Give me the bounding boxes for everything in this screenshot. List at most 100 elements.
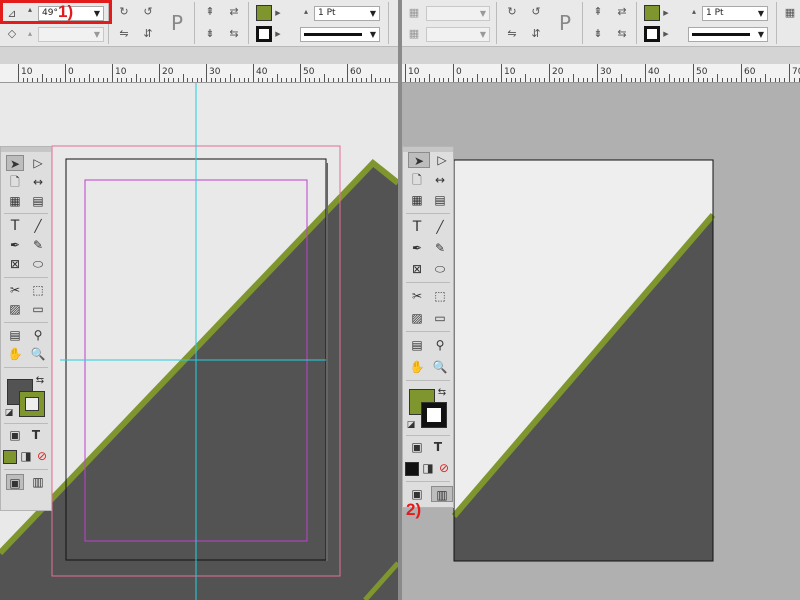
hand-tool-icon[interactable]: ✋ — [6, 346, 24, 362]
fill-swatch[interactable] — [256, 5, 272, 21]
swap-colors-icon[interactable]: ⇆ — [33, 373, 47, 389]
stroke-color-proxy[interactable] — [19, 391, 45, 417]
tools-panel-grip[interactable] — [1, 147, 51, 152]
stroke-type-select[interactable]: ▼ — [688, 27, 768, 42]
chevron-right-icon[interactable]: ▶ — [662, 6, 670, 20]
select-content-icon[interactable]: ⇄ — [614, 5, 630, 19]
pen-tool-icon[interactable]: ✒ — [408, 240, 426, 256]
chevron-down-icon[interactable]: ▼ — [758, 28, 764, 41]
line-tool-icon[interactable]: ╱ — [29, 218, 47, 234]
stroke-weight-stepper[interactable]: ▴ — [298, 5, 314, 19]
dark-triangle-shape[interactable] — [0, 161, 398, 600]
select-container-icon[interactable]: ⇞ — [590, 5, 606, 19]
gradient-feather-tool-icon[interactable]: ▭ — [29, 301, 47, 317]
select-next-icon[interactable]: ⇆ — [226, 27, 242, 41]
apply-color-icon[interactable] — [405, 460, 419, 476]
rectangle-frame-tool-icon[interactable]: ⊠ — [6, 256, 24, 272]
formatting-container-icon[interactable]: ▣ — [6, 427, 24, 443]
rectangle-frame-tool-icon[interactable]: ⊠ — [408, 261, 426, 277]
content-placer-icon[interactable]: ▤ — [431, 192, 449, 208]
rotate-cw-icon[interactable]: ↻ — [116, 5, 132, 19]
flip-vertical-icon[interactable]: ⇵ — [528, 27, 544, 41]
chevron-right-icon[interactable]: ▶ — [274, 6, 282, 20]
pencil-tool-icon[interactable]: ✎ — [431, 240, 449, 256]
stroke-weight-stepper[interactable]: ▴ — [686, 5, 702, 19]
page-tool-icon[interactable]: 🗋 — [6, 174, 24, 190]
stroke-weight-field[interactable]: 1 Pt ▼ — [702, 6, 768, 21]
pasteboard[interactable]: ➤ ▷ 🗋 ↔ ▦ ▤ T ╱ ✒ ✎ ⊠ ⬭ ✂ ⬚ ▨ ▭ ▤ ⚲ ✋ 🔍 — [0, 83, 398, 600]
apply-gradient-icon[interactable]: ◨ — [19, 448, 33, 464]
fill-swatch[interactable] — [644, 5, 660, 21]
content-placer-icon[interactable]: ▤ — [29, 193, 47, 209]
default-colors-icon[interactable]: ◪ — [405, 417, 417, 433]
stroke-swatch[interactable] — [256, 26, 272, 42]
stroke-color-proxy[interactable] — [421, 402, 447, 428]
normal-view-icon[interactable]: ▣ — [6, 474, 24, 490]
line-tool-icon[interactable]: ╱ — [431, 219, 449, 235]
direct-selection-tool-icon[interactable]: ▷ — [433, 152, 451, 168]
stroke-weight-field[interactable]: 1 Pt ▼ — [314, 6, 380, 21]
preview-view-icon[interactable]: ▥ — [29, 474, 47, 490]
note-tool-icon[interactable]: ▤ — [6, 327, 24, 343]
eyedropper-tool-icon[interactable]: ⚲ — [431, 337, 449, 353]
stroke-type-select[interactable]: ▼ — [300, 27, 380, 42]
gradient-swatch-tool-icon[interactable]: ▨ — [408, 310, 426, 326]
zoom-tool-icon[interactable]: 🔍 — [29, 346, 47, 362]
free-transform-tool-icon[interactable]: ⬚ — [431, 288, 449, 304]
select-previous-icon[interactable]: ⇟ — [202, 27, 218, 41]
rotate-ccw-icon[interactable]: ↺ — [528, 5, 544, 19]
hand-tool-icon[interactable]: ✋ — [408, 359, 426, 375]
content-collector-icon[interactable]: ▦ — [408, 192, 426, 208]
select-content-icon[interactable]: ⇄ — [226, 5, 242, 19]
flip-horizontal-icon[interactable]: ⇋ — [504, 27, 520, 41]
formatting-text-icon[interactable]: T — [429, 439, 447, 455]
apply-none-icon[interactable]: ⊘ — [437, 460, 451, 476]
preview-view-icon[interactable]: ▥ — [431, 486, 453, 502]
chevron-right-icon[interactable]: ▶ — [274, 27, 282, 41]
zoom-tool-icon[interactable]: 🔍 — [431, 359, 449, 375]
select-next-icon[interactable]: ⇆ — [614, 27, 630, 41]
ellipse-tool-icon[interactable]: ⬭ — [29, 256, 47, 272]
horizontal-ruler[interactable]: 10 0 10 20 30 40 50 60 — [0, 64, 398, 83]
selection-tool-icon[interactable]: ➤ — [6, 155, 24, 171]
select-container-icon[interactable]: ⇞ — [202, 5, 218, 19]
chevron-down-icon[interactable]: ▼ — [758, 7, 764, 20]
more-options-icon[interactable]: ▦ — [782, 6, 798, 20]
select-previous-icon[interactable]: ⇟ — [590, 27, 606, 41]
formatting-container-icon[interactable]: ▣ — [408, 439, 426, 455]
direct-selection-tool-icon[interactable]: ▷ — [29, 155, 47, 171]
gradient-swatch-tool-icon[interactable]: ▨ — [6, 301, 24, 317]
apply-none-icon[interactable]: ⊘ — [35, 448, 49, 464]
rotate-ccw-icon[interactable]: ↺ — [140, 5, 156, 19]
apply-color-icon[interactable] — [3, 448, 17, 464]
rotate-cw-icon[interactable]: ↻ — [504, 5, 520, 19]
horizontal-ruler[interactable]: 10 0 10 20 30 40 50 60 70 — [402, 64, 800, 83]
gap-tool-icon[interactable]: ↔ — [431, 172, 449, 188]
pasteboard-preview[interactable]: ➤ ▷ 🗋 ↔ ▦ ▤ T ╱ ✒ ✎ ⊠ ⬭ ✂ ⬚ ▨ ▭ ▤ ⚲ ✋ 🔍 — [402, 83, 800, 600]
scissors-tool-icon[interactable]: ✂ — [6, 282, 24, 298]
pen-tool-icon[interactable]: ✒ — [6, 237, 24, 253]
flip-horizontal-icon[interactable]: ⇋ — [116, 27, 132, 41]
pencil-tool-icon[interactable]: ✎ — [29, 237, 47, 253]
apply-gradient-icon[interactable]: ◨ — [421, 460, 435, 476]
stroke-swatch[interactable] — [644, 26, 660, 42]
chevron-down-icon[interactable]: ▼ — [370, 7, 376, 20]
selection-tool-icon[interactable]: ➤ — [408, 152, 430, 168]
page-tool-icon[interactable]: 🗋 — [408, 172, 426, 188]
eyedropper-tool-icon[interactable]: ⚲ — [29, 327, 47, 343]
formatting-text-icon[interactable]: T — [27, 427, 45, 443]
swap-colors-icon[interactable]: ⇆ — [435, 385, 449, 401]
gradient-feather-tool-icon[interactable]: ▭ — [431, 310, 449, 326]
flip-vertical-icon[interactable]: ⇵ — [140, 27, 156, 41]
default-colors-icon[interactable]: ◪ — [3, 405, 15, 421]
type-tool-icon[interactable]: T — [6, 218, 24, 234]
free-transform-tool-icon[interactable]: ⬚ — [29, 282, 47, 298]
chevron-right-icon[interactable]: ▶ — [662, 27, 670, 41]
note-tool-icon[interactable]: ▤ — [408, 337, 426, 353]
chevron-down-icon[interactable]: ▼ — [370, 28, 376, 41]
gap-tool-icon[interactable]: ↔ — [29, 174, 47, 190]
type-tool-icon[interactable]: T — [408, 219, 426, 235]
scissors-tool-icon[interactable]: ✂ — [408, 288, 426, 304]
ellipse-tool-icon[interactable]: ⬭ — [431, 261, 449, 277]
content-collector-icon[interactable]: ▦ — [6, 193, 24, 209]
